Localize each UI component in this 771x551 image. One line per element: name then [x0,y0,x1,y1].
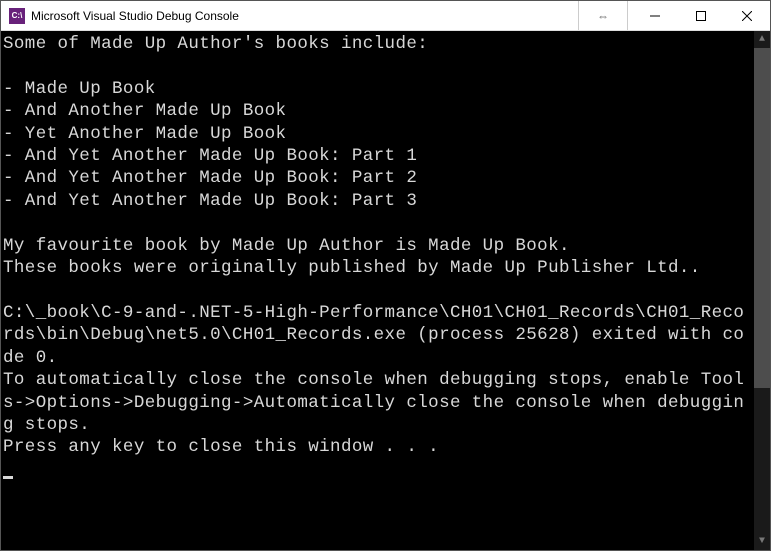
app-icon: C:\ [9,8,25,24]
scrollbar-thumb[interactable] [754,48,770,388]
text-cursor [3,476,13,479]
window-titlebar: C:\ Microsoft Visual Studio Debug Consol… [1,1,770,31]
exit-line: C:\_book\C-9-and-.NET-5-High-Performance… [3,303,744,368]
press-key-prompt: Press any key to close this window . . . [3,437,450,457]
auto-close-hint: To automatically close the console when … [3,370,744,435]
book-list: - Made Up Book - And Another Made Up Boo… [3,79,417,211]
maximize-button[interactable] [678,1,724,30]
scroll-down-arrow[interactable]: ▼ [754,533,770,550]
publisher-line: These books were originally published by… [3,258,701,278]
window-controls: ⇔ [578,1,770,30]
favourite-line: My favourite book by Made Up Author is M… [3,236,570,256]
minimize-button[interactable] [632,1,678,30]
vertical-scrollbar[interactable]: ▲ ▼ [754,31,770,550]
scroll-up-arrow[interactable]: ▲ [754,31,770,48]
drag-handle-icon[interactable]: ⇔ [578,1,628,30]
window-title: Microsoft Visual Studio Debug Console [31,9,578,23]
console-output[interactable]: Some of Made Up Author's books include: … [1,31,754,550]
console-area: Some of Made Up Author's books include: … [1,31,770,550]
intro-line: Some of Made Up Author's books include: [3,34,428,54]
close-button[interactable] [724,1,770,30]
